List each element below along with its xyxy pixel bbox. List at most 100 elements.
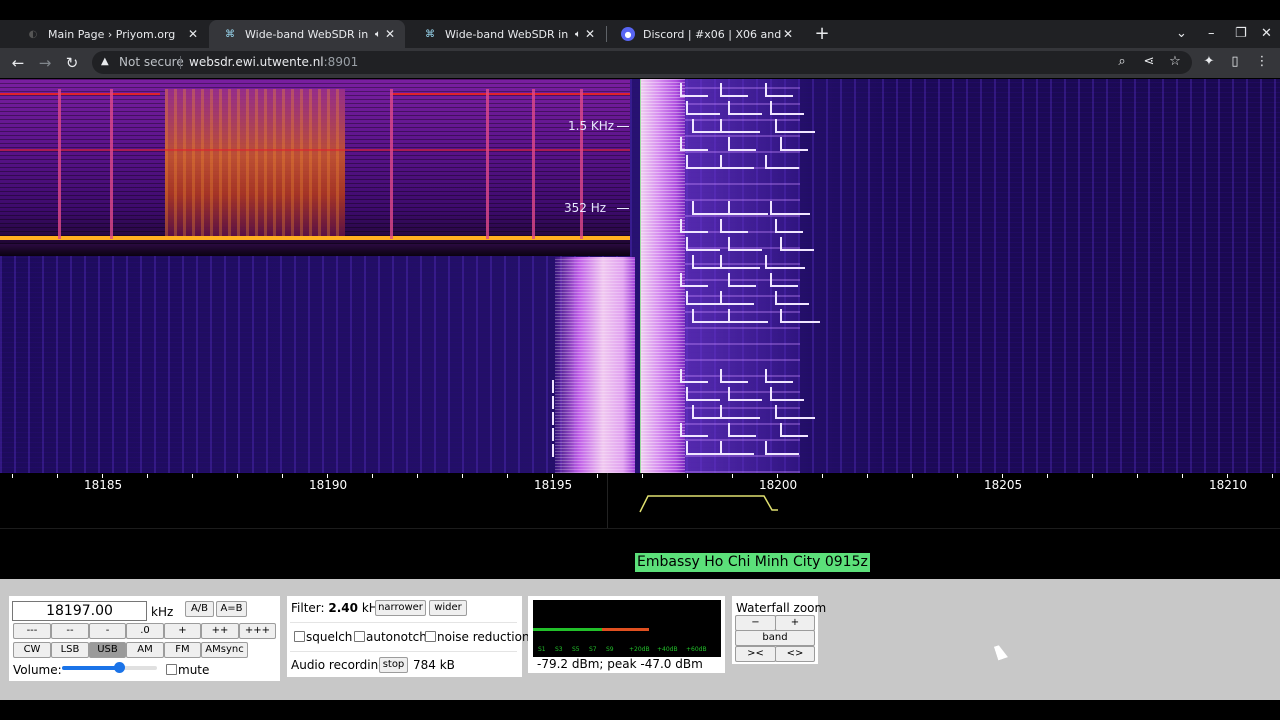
scale-tick (372, 474, 373, 478)
squelch-checkbox[interactable] (294, 631, 305, 642)
fsk-bar (686, 113, 720, 115)
scale-tick (687, 474, 688, 478)
audio-spectrogram (0, 79, 630, 256)
fsk-bar (770, 399, 804, 401)
restore-icon[interactable]: ❐ (1235, 24, 1247, 44)
audio-freq-marker (617, 208, 629, 209)
freq-unit: kHz (151, 605, 174, 619)
back-icon[interactable]: ← (7, 52, 29, 74)
side-panel-icon[interactable]: ▯ (1226, 53, 1244, 71)
narrower-button[interactable]: narrower (375, 600, 426, 616)
fsk-tick (552, 380, 554, 393)
smeter-scale-label: S1 (538, 646, 546, 653)
autonotch-label: autonotch (366, 630, 427, 644)
step-button[interactable]: +++ (239, 623, 276, 639)
fsk-signal (685, 79, 800, 473)
security-label[interactable]: Not secure (119, 55, 184, 69)
tab-title: Wide-band WebSDR in Enschede (445, 27, 571, 41)
station-label[interactable]: Embassy Ho Chi Minh City 0915z (635, 553, 870, 572)
new-tab-button[interactable]: + (814, 24, 830, 44)
autonotch-checkbox[interactable] (354, 631, 365, 642)
fsk-tick (552, 396, 554, 409)
url-text[interactable]: websdr.ewi.utwente.nl:8901 (189, 55, 358, 69)
menu-icon[interactable]: ⋮ (1253, 53, 1271, 71)
scale-tick (957, 474, 958, 478)
wider-button[interactable]: wider (429, 600, 467, 616)
zoom-in-button[interactable]: >< (735, 646, 776, 662)
fsk-bar (720, 267, 760, 269)
noise-reduction-label: noise reduction (437, 630, 530, 644)
scale-label: 18185 (84, 478, 123, 492)
stop-recording-button[interactable]: stop (379, 657, 408, 673)
tab-search-icon[interactable]: ⌄ (1176, 24, 1187, 44)
mode-cw-button[interactable]: CW (13, 642, 51, 658)
fsk-bar (680, 149, 708, 151)
fsk-bar (680, 231, 708, 233)
fsk-bar (780, 249, 814, 251)
tab-discord[interactable]: ● Discord | #x06 | X06 and Other Station… (607, 20, 803, 48)
mode-am-button[interactable]: AM (126, 642, 164, 658)
volume-slider-knob[interactable] (114, 662, 125, 673)
step-button[interactable]: - (89, 623, 126, 639)
frequency-input[interactable]: 18197.00 (12, 601, 147, 621)
noise-reduction-checkbox[interactable] (425, 631, 436, 642)
scale-tick (1047, 474, 1048, 478)
fsk-bar (720, 131, 760, 133)
warning-icon[interactable]: ▲ (101, 56, 109, 67)
mode-amsync-button[interactable]: AMsync (201, 642, 248, 658)
spectrogram-vertical (532, 89, 535, 239)
close-tab-icon[interactable]: ✕ (783, 27, 793, 41)
smeter-scale-label: S7 (589, 646, 597, 653)
bookmark-star-icon[interactable]: ☆ (1166, 53, 1184, 71)
fsk-bar (720, 303, 754, 305)
ab-button[interactable]: A/B (185, 601, 214, 617)
scale-label: 18190 (309, 478, 348, 492)
speaker-icon[interactable]: 🔈︎ (575, 29, 581, 40)
close-window-icon[interactable]: ✕ (1261, 24, 1272, 44)
spectrogram-hot-area (165, 89, 345, 239)
close-tab-icon[interactable]: ✕ (188, 27, 198, 41)
step-button[interactable]: .0 (126, 623, 164, 639)
speaker-icon[interactable]: 🔈︎ (375, 29, 381, 40)
zoom-minus-button[interactable]: − (735, 615, 776, 631)
smeter-level-bar (533, 628, 602, 631)
passband-shape[interactable] (636, 490, 786, 520)
scale-tick (1272, 474, 1273, 478)
mode-usb-button[interactable]: USB (89, 642, 126, 658)
minimize-icon[interactable]: – (1208, 24, 1215, 44)
spectrogram-vertical (486, 89, 489, 239)
a-equals-b-button[interactable]: A=B (216, 601, 247, 617)
fsk-bar (770, 113, 804, 115)
zoom-out-button[interactable]: <> (775, 646, 815, 662)
fsk-bar (765, 95, 793, 97)
zoom-plus-button[interactable]: + (775, 615, 815, 631)
reload-icon[interactable]: ↻ (61, 52, 83, 74)
close-tab-icon[interactable]: ✕ (585, 27, 595, 41)
spectrogram-line (390, 93, 630, 95)
fsk-bar (780, 149, 808, 151)
recording-size: 784 kB (413, 658, 455, 672)
forward-icon[interactable]: → (34, 52, 56, 74)
spectrogram-noise-floor (0, 244, 630, 256)
close-tab-icon[interactable]: ✕ (385, 27, 395, 41)
websdr-favicon-icon: ⌘ (225, 28, 235, 40)
mute-checkbox[interactable] (166, 664, 177, 675)
extensions-icon[interactable]: ✦ (1200, 53, 1218, 71)
filter-value: 2.40 (328, 601, 358, 615)
step-button[interactable]: + (164, 623, 201, 639)
mode-fm-button[interactable]: FM (164, 642, 201, 658)
step-button[interactable]: ++ (201, 623, 239, 639)
tab-websdr-1[interactable]: ⌘ Wide-band WebSDR in Enschede 🔈︎ ✕ (209, 20, 405, 48)
tab-websdr-2[interactable]: ⌘ Wide-band WebSDR in Enschede 🔈︎ ✕ (409, 20, 605, 48)
filter-text: Filter: 2.40 kHz (291, 601, 384, 615)
tab-priyom[interactable]: ◐ Main Page › Priyom.org ✕ (12, 20, 208, 48)
top-band (0, 0, 1280, 20)
share-icon[interactable]: ⋖ (1140, 53, 1158, 71)
zoom-band-button[interactable]: band (735, 630, 815, 646)
step-button[interactable]: -- (51, 623, 89, 639)
zoom-icon[interactable]: ⌕ (1113, 53, 1131, 71)
fsk-bar (728, 249, 762, 251)
step-button[interactable]: --- (13, 623, 51, 639)
fsk-bar (775, 231, 803, 233)
mode-lsb-button[interactable]: LSB (51, 642, 89, 658)
